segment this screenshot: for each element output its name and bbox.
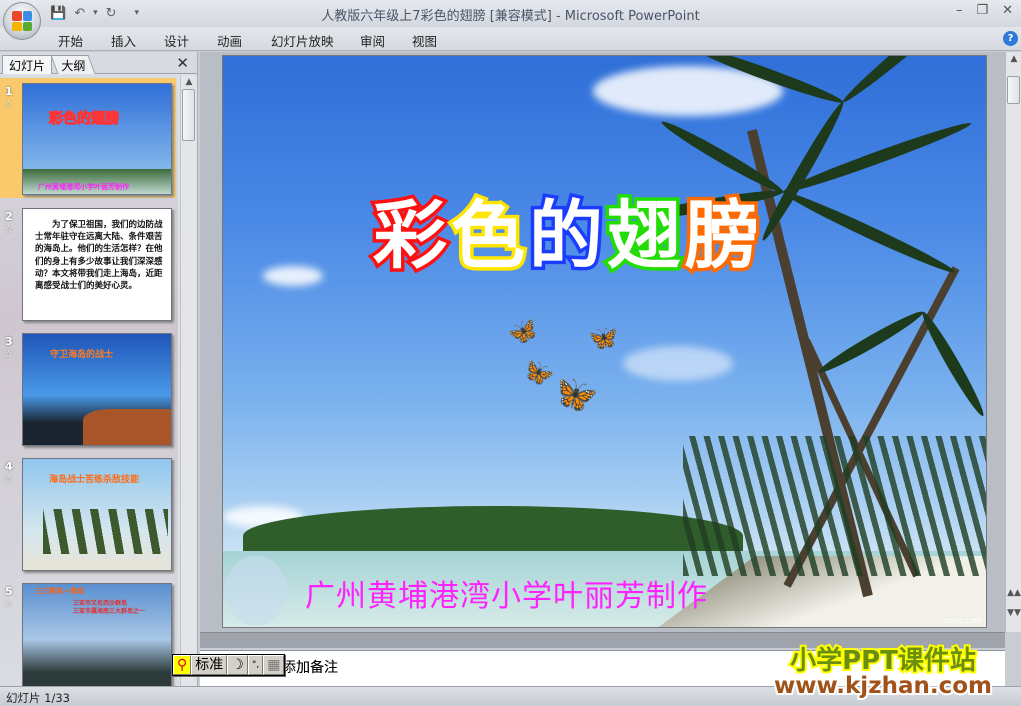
slide-number: 1 [5, 85, 13, 98]
thumb-line: 三亚市属海南三大群岛之一 [73, 608, 146, 615]
title-char: 的 [526, 190, 607, 283]
butterfly-image: 🦋 [517, 351, 559, 393]
restore-button[interactable]: ❐ [976, 3, 988, 18]
thumbnails-scrollbar[interactable]: ▲ [180, 75, 196, 686]
slide-thumbnail-2[interactable]: 为了保卫祖国，我们的边防战士常年驻守在远离大陆、条件艰苦的海岛上。他们的生活怎样… [22, 208, 172, 321]
thumb-title: 三三群岛—海岛 [35, 587, 84, 595]
office-button[interactable] [3, 2, 41, 40]
tab-outline[interactable]: 大纲 [50, 55, 96, 74]
tab-view[interactable]: 视图 [412, 31, 437, 50]
scroll-up-icon[interactable]: ▲ [1006, 54, 1021, 64]
ime-punctuation-icon[interactable]: °, [247, 655, 264, 675]
tab-insert[interactable]: 插入 [111, 31, 136, 50]
help-icon[interactable]: ? [1003, 31, 1018, 46]
thumb-rock [83, 409, 171, 445]
thumb-text: 为了保卫祖国，我们的边防战士常年驻守在远离大陆、条件艰苦的海岛上。他们的生活怎样… [35, 220, 163, 292]
corner-watermark: sooc.com [944, 616, 982, 625]
thumb-title: 彩色的翅膀 [49, 111, 120, 128]
slide-canvas[interactable]: 彩 色 的 翅 膀 🦋 🦋 🦋 🦋 广州黄埔港湾小学叶丽芳制作 sooc.com [222, 55, 987, 628]
tab-slides[interactable]: 幻灯片 [2, 55, 53, 74]
slide-thumbnail-4[interactable]: 海岛战士苦练杀敌技能 [22, 458, 172, 571]
thumb-title: 守卫海岛的战士 [50, 350, 114, 360]
next-slide-icon[interactable]: ▼▼ [1006, 608, 1021, 618]
animation-star-icon: ☆ [4, 224, 13, 235]
slide-subtitle[interactable]: 广州黄埔港湾小学叶丽芳制作 [305, 571, 708, 615]
title-char: 彩 [370, 190, 451, 283]
window-title: 人教版六年级上7彩色的翅膀 [兼容模式] - Microsoft PowerPo… [321, 9, 700, 24]
thumb-soldiers [43, 509, 168, 554]
slide-number: 5 [5, 585, 13, 598]
previous-slide-icon[interactable]: ▲▲ [1006, 588, 1021, 598]
scrollbar-thumb[interactable] [182, 89, 195, 141]
slide-thumbnail-1[interactable]: 彩色的翅膀 广州黄埔港湾小学叶丽芳制作 [22, 83, 172, 195]
tab-outline-label: 大纲 [61, 59, 86, 73]
tab-design[interactable]: 设计 [164, 31, 189, 50]
brand-line2: www.kjzhan.com [772, 671, 994, 701]
ime-toolbar: ⚲ 标准 ☽ °, ▦ [172, 654, 286, 676]
slide-thumbnail-5[interactable]: 三三群岛—海岛 三亚市又名西沙群岛 三亚市属海南三大群岛之一 [22, 583, 172, 686]
brand-watermark: 小学PPT课件站 www.kjzhan.com [772, 640, 994, 701]
tab-animation[interactable]: 动画 [217, 31, 242, 50]
slide-number: 4 [5, 460, 13, 473]
brand-line1: 小学PPT课件站 [788, 644, 978, 678]
slide-number: 3 [5, 335, 13, 348]
close-button[interactable]: ✕ [1002, 3, 1013, 18]
tab-review[interactable]: 审阅 [360, 31, 385, 50]
notes-visible-text: 加备注 [296, 660, 338, 676]
slide-thumbnails: 1 ☆ 彩色的翅膀 广州黄埔港湾小学叶丽芳制作 2 ☆ 为了保卫祖国，我们的边防战士… [0, 75, 178, 686]
title-char: 翅 [604, 190, 685, 283]
animation-star-icon: ☆ [4, 599, 13, 610]
scroll-up-icon[interactable]: ▲ [181, 77, 197, 87]
butterfly-image: 🦋 [588, 324, 618, 352]
tab-home[interactable]: 开始 [58, 31, 83, 50]
slides-pane: 幻灯片 大纲 ✕ 1 ☆ 彩色的翅膀 广州黄埔港湾小学叶丽芳制作 2 ☆ 为了保卫祖… [0, 52, 198, 686]
office-logo-icon [12, 11, 32, 31]
animation-star-icon: ☆ [4, 349, 13, 360]
watermark-logo [225, 556, 287, 626]
thumb-title: 海岛战士苦练杀敌技能 [49, 475, 140, 485]
minimize-button[interactable]: – [956, 3, 963, 18]
butterfly-image: 🦋 [504, 313, 542, 351]
ime-fullwidth-icon[interactable]: ☽ [227, 655, 248, 675]
title-char: 膀 [682, 190, 763, 283]
ime-keyboard-icon[interactable]: ▦ [263, 655, 285, 675]
animation-star-icon: ☆ [4, 474, 13, 485]
title-bar: 💾 ↶ ▾ ↻ ▾ 人教版六年级上7彩色的翅膀 [兼容模式] - Microso… [0, 0, 1021, 27]
close-pane-icon[interactable]: ✕ [176, 54, 189, 72]
tab-slideshow[interactable]: 幻灯片放映 [271, 31, 334, 50]
slide-thumbnail-3[interactable]: 守卫海岛的战士 [22, 333, 172, 446]
slide-vertical-scrollbar[interactable]: ▲ ▲▲ ▼▼ [1005, 52, 1021, 632]
animation-star-icon: ☆ [4, 99, 13, 110]
slide-number: 2 [5, 210, 13, 223]
slide-title[interactable]: 彩 色 的 翅 膀 [370, 176, 763, 283]
title-char: 色 [448, 190, 529, 283]
ime-mode-button[interactable]: 标准 [191, 655, 228, 675]
slide-counter: 幻灯片 1/33 [6, 691, 70, 705]
scrollbar-thumb[interactable] [1007, 76, 1020, 104]
ribbon-tabs: 开始 插入 设计 动画 幻灯片放映 审阅 视图 ? [0, 27, 1021, 51]
ime-logo-icon[interactable]: ⚲ [173, 655, 192, 675]
thumb-subtitle: 广州黄埔港湾小学叶丽芳制作 [38, 183, 129, 191]
